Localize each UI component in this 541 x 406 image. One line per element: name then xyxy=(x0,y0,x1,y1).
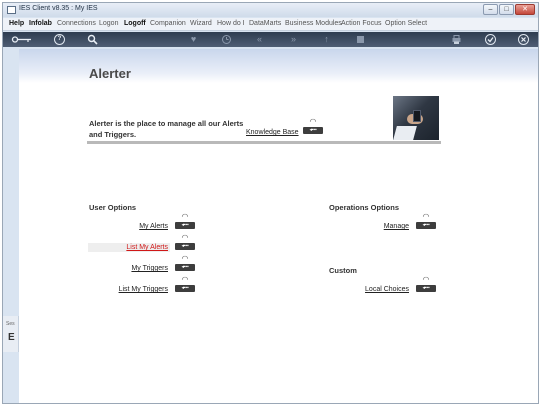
operations-options-heading: Operations Options xyxy=(329,203,400,212)
my-alerts-link[interactable]: My Alerts xyxy=(139,223,168,230)
up-arrow-icon[interactable]: ↑ xyxy=(321,34,332,45)
wifi-icon: ◠ xyxy=(181,233,189,242)
play-icon: ◂▪▪▪ xyxy=(416,285,436,292)
window-title: IES Client v8.35 : My IES xyxy=(19,5,98,12)
toolbar: ? ♥ « » ↑ xyxy=(3,32,538,47)
list-my-triggers-link[interactable]: List My Triggers xyxy=(119,286,168,293)
page-title: Alerter xyxy=(89,66,131,81)
wifi-icon: ◠ xyxy=(309,117,317,126)
play-icon: ◂▪▪▪ xyxy=(175,264,195,271)
list-my-alerts-play-button[interactable]: ◠ ◂▪▪▪ xyxy=(175,234,195,252)
menu-how-do-i[interactable]: How do I xyxy=(217,20,245,27)
list-my-triggers-play-button[interactable]: ◠ ◂▪▪▪ xyxy=(175,276,195,294)
my-triggers-play-button[interactable]: ◠ ◂▪▪▪ xyxy=(175,255,195,273)
play-icon: ◂▪▪▪ xyxy=(303,127,323,134)
knowledge-base-play-button[interactable]: ◠ ◂▪▪▪ xyxy=(303,118,323,136)
help-icon[interactable]: ? xyxy=(54,34,65,45)
restore-button[interactable]: □ xyxy=(499,4,514,15)
wifi-icon: ◠ xyxy=(422,212,430,221)
app-window: IES Client v8.35 : My IES – □ ✕ Help Inf… xyxy=(2,2,539,404)
close-icon[interactable] xyxy=(518,34,529,45)
local-choices-link[interactable]: Local Choices xyxy=(365,286,409,293)
intro-text: Alerter is the place to manage all our A… xyxy=(89,119,244,139)
play-icon: ◂▪▪▪ xyxy=(416,222,436,229)
my-alerts-play-button[interactable]: ◠ ◂▪▪▪ xyxy=(175,213,195,231)
menu-logon[interactable]: Logon xyxy=(99,20,118,27)
local-choices-play-button[interactable]: ◠ ◂▪▪▪ xyxy=(416,276,436,294)
menu-connections[interactable]: Connections xyxy=(57,20,96,27)
manage-play-button[interactable]: ◠ ◂▪▪▪ xyxy=(416,213,436,231)
menu-business-modules[interactable]: Business Modules xyxy=(285,20,342,27)
custom-heading: Custom xyxy=(329,266,357,275)
play-icon: ◂▪▪▪ xyxy=(175,222,195,229)
side-tab-label: Ses xyxy=(6,321,15,327)
clock-icon[interactable] xyxy=(221,34,232,45)
wifi-icon: ◠ xyxy=(181,212,189,221)
side-tab-letter: E xyxy=(8,332,15,343)
stop-icon[interactable] xyxy=(355,34,366,45)
menu-option-select[interactable]: Option Select xyxy=(385,20,427,27)
menu-bar: Help Infolab Connections Logon Logoff Co… xyxy=(3,18,538,31)
side-tab[interactable]: Ses E xyxy=(3,316,19,352)
user-options-heading: User Options xyxy=(89,203,137,212)
wifi-icon: ◠ xyxy=(181,275,189,284)
play-icon: ◂▪▪▪ xyxy=(175,243,195,250)
my-triggers-link[interactable]: My Triggers xyxy=(131,265,168,272)
header-photo xyxy=(393,96,439,140)
minimize-button[interactable]: – xyxy=(483,4,498,15)
app-icon xyxy=(7,6,16,14)
wifi-icon: ◠ xyxy=(422,275,430,284)
print-icon[interactable] xyxy=(451,34,462,45)
check-icon[interactable] xyxy=(485,34,496,45)
double-chevron-left-icon[interactable]: « xyxy=(254,34,265,45)
main-content: Alerter Alerter is the place to manage a… xyxy=(19,49,538,403)
menu-infolab[interactable]: Infolab xyxy=(29,20,52,27)
heart-icon[interactable]: ♥ xyxy=(188,34,199,45)
menu-logoff[interactable]: Logoff xyxy=(124,20,146,27)
menu-datamarts[interactable]: DataMarts xyxy=(249,20,281,27)
close-window-button[interactable]: ✕ xyxy=(515,4,535,15)
play-icon: ◂▪▪▪ xyxy=(175,285,195,292)
wifi-icon: ◠ xyxy=(181,254,189,263)
divider xyxy=(87,141,441,144)
list-my-alerts-link[interactable]: List My Alerts xyxy=(126,244,168,251)
menu-companion[interactable]: Companion xyxy=(150,20,186,27)
title-bar: IES Client v8.35 : My IES – □ ✕ xyxy=(3,3,538,17)
search-icon[interactable] xyxy=(87,34,98,45)
knowledge-base-link[interactable]: Knowledge Base xyxy=(246,129,299,136)
menu-help[interactable]: Help xyxy=(9,20,24,27)
double-chevron-right-icon[interactable]: » xyxy=(288,34,299,45)
manage-link[interactable]: Manage xyxy=(384,223,409,230)
menu-action-focus[interactable]: Action Focus xyxy=(341,20,381,27)
menu-wizard[interactable]: Wizard xyxy=(190,20,212,27)
key-icon[interactable] xyxy=(11,34,33,45)
